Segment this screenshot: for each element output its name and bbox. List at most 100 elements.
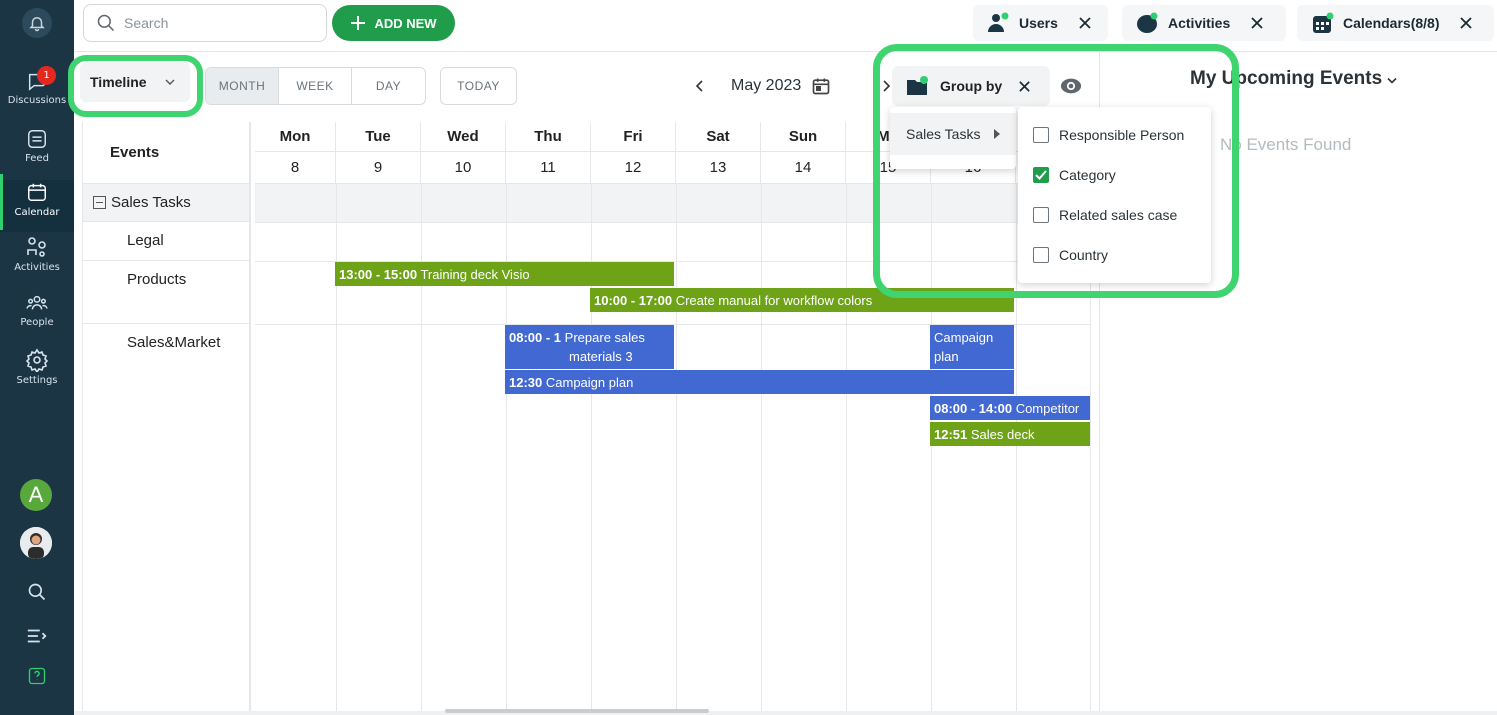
- event-bar[interactable]: 13:00 - 15:00 Training deck Visio: [335, 262, 674, 286]
- search-icon: [97, 14, 115, 32]
- add-new-button[interactable]: ADD NEW: [332, 5, 455, 41]
- range-week[interactable]: WEEK: [279, 68, 352, 104]
- sidebar: Discussions 1 Feed Calendar Activities P…: [0, 0, 74, 715]
- checkbox[interactable]: [1033, 247, 1049, 263]
- sidebar-label: Feed: [25, 153, 49, 164]
- activities-filter-chip[interactable]: Activities: [1122, 5, 1286, 41]
- chevron-left-icon[interactable]: [695, 80, 703, 92]
- date-navigator: May 2023: [695, 72, 891, 100]
- sidebar-label: People: [20, 317, 54, 328]
- horizontal-scrollbar[interactable]: [445, 709, 709, 713]
- today-button[interactable]: TODAY: [440, 67, 517, 105]
- option-related-sales-case[interactable]: Related sales case: [1018, 195, 1211, 235]
- option-category[interactable]: Category: [1018, 155, 1211, 195]
- notifications-bell-icon[interactable]: [22, 8, 52, 38]
- unread-badge: 1: [37, 66, 56, 85]
- group-row-sales-tasks[interactable]: Sales Tasks: [83, 184, 249, 222]
- chip-label: Users: [1019, 15, 1058, 31]
- empty-state: No Events Found: [1220, 135, 1352, 154]
- users-filter-chip[interactable]: Users: [973, 5, 1108, 41]
- search-placeholder: Search: [124, 15, 169, 31]
- plus-icon: [351, 16, 366, 30]
- folder-icon: [907, 76, 928, 95]
- add-new-label: ADD NEW: [374, 15, 437, 31]
- upcoming-events-title[interactable]: My Upcoming Events: [1190, 68, 1398, 90]
- gear-icon: [25, 348, 49, 372]
- event-bar[interactable]: 12:30 Campaign plan: [505, 370, 1014, 394]
- option-responsible-person[interactable]: Responsible Person: [1018, 115, 1211, 155]
- event-bar[interactable]: 10:00 - 17:00 Create manual for workflow…: [590, 288, 1014, 312]
- group-by-submenu: Responsible Person Category Related sale…: [1018, 107, 1211, 283]
- menu-item-sales-tasks[interactable]: Sales Tasks: [890, 113, 1016, 155]
- row-label-sales-market: Sales&Market: [127, 334, 221, 351]
- sidebar-label: Discussions: [7, 95, 67, 106]
- chevron-right-icon[interactable]: [883, 80, 891, 92]
- sidebar-label: Calendar: [14, 207, 60, 218]
- check-icon: [1035, 170, 1047, 180]
- chip-label: Calendars(8/8): [1343, 15, 1440, 31]
- calendars-filter-chip[interactable]: Calendars(8/8): [1297, 5, 1494, 41]
- sidebar-item-settings[interactable]: Settings: [0, 348, 74, 400]
- chevron-down-icon: [165, 79, 175, 85]
- search-input[interactable]: Search: [83, 4, 327, 42]
- day-column-header: Mon 8: [255, 122, 336, 183]
- activities-icon: [27, 237, 46, 257]
- user-avatar[interactable]: [20, 527, 52, 559]
- day-column-header: Thu 11: [506, 122, 591, 183]
- day-column-header: Tue 9: [336, 122, 421, 183]
- checkbox[interactable]: [1033, 127, 1049, 143]
- eye-icon[interactable]: [1060, 76, 1082, 100]
- checkbox[interactable]: [1033, 207, 1049, 223]
- close-icon[interactable]: [1250, 16, 1264, 30]
- current-period: May 2023: [731, 77, 802, 94]
- collapse-icon[interactable]: [93, 196, 106, 209]
- bottom-strip: [74, 711, 1497, 715]
- search-icon[interactable]: [22, 578, 52, 606]
- events-column: Events Sales Tasks Legal Products Sales&…: [83, 122, 251, 712]
- close-icon[interactable]: [1078, 16, 1092, 30]
- activities-icon: [1137, 12, 1158, 33]
- view-select-dropdown[interactable]: Timeline: [80, 62, 190, 102]
- day-column-header: Fri 12: [591, 122, 676, 183]
- chip-label: Activities: [1168, 15, 1231, 31]
- day-column-header: Sun 14: [761, 122, 846, 183]
- period-picker[interactable]: May 2023: [731, 76, 831, 96]
- group-band: [255, 184, 1091, 222]
- sidebar-item-activities[interactable]: Activities: [0, 235, 74, 287]
- top-bar: Search ADD NEW Users Activities Calendar…: [74, 0, 1497, 52]
- close-icon[interactable]: [1018, 80, 1031, 93]
- chevron-down-icon: [1387, 77, 1398, 84]
- option-country[interactable]: Country: [1018, 235, 1211, 275]
- close-icon[interactable]: [1459, 16, 1473, 30]
- sidebar-item-feed[interactable]: Feed: [0, 128, 74, 180]
- calendar-icon: [1313, 12, 1334, 33]
- help-icon[interactable]: [22, 662, 52, 690]
- group-label: Sales Tasks: [111, 194, 191, 211]
- events-header: Events: [83, 122, 249, 184]
- calendar-icon: [812, 78, 830, 95]
- row-label-legal: Legal: [83, 222, 249, 261]
- sidebar-label: Settings: [16, 375, 58, 386]
- sidebar-label: Activities: [14, 262, 60, 273]
- group-by-chip[interactable]: Group by: [892, 66, 1050, 106]
- range-day[interactable]: DAY: [352, 68, 425, 104]
- event-bar[interactable]: Campaign plan: [930, 325, 1014, 369]
- sidebar-item-calendar[interactable]: Calendar: [0, 174, 74, 232]
- event-bar[interactable]: 08:00 - 1 Prepare sales materials 3: [505, 325, 674, 369]
- day-column-header: Wed 10: [421, 122, 506, 183]
- row-label-products: Products: [83, 261, 249, 324]
- event-bar[interactable]: 08:00 - 14:00 Competitor: [930, 396, 1090, 420]
- day-column-header: Sat 13: [676, 122, 761, 183]
- group-by-menu: Sales Tasks: [890, 107, 1016, 169]
- sidebar-item-discussions[interactable]: Discussions 1: [0, 66, 74, 122]
- workspace-avatar[interactable]: A: [20, 479, 52, 511]
- people-icon: [26, 295, 48, 310]
- event-bar[interactable]: 12:51 Sales deck: [930, 422, 1090, 446]
- view-select-label: Timeline: [90, 74, 147, 90]
- expand-menu-icon[interactable]: [22, 622, 52, 650]
- range-month[interactable]: MONTH: [206, 68, 279, 104]
- sidebar-item-people[interactable]: People: [0, 292, 74, 344]
- range-segmented-control: MONTH WEEK DAY: [205, 67, 426, 105]
- group-by-label: Group by: [940, 78, 1003, 94]
- checkbox-checked[interactable]: [1033, 167, 1049, 183]
